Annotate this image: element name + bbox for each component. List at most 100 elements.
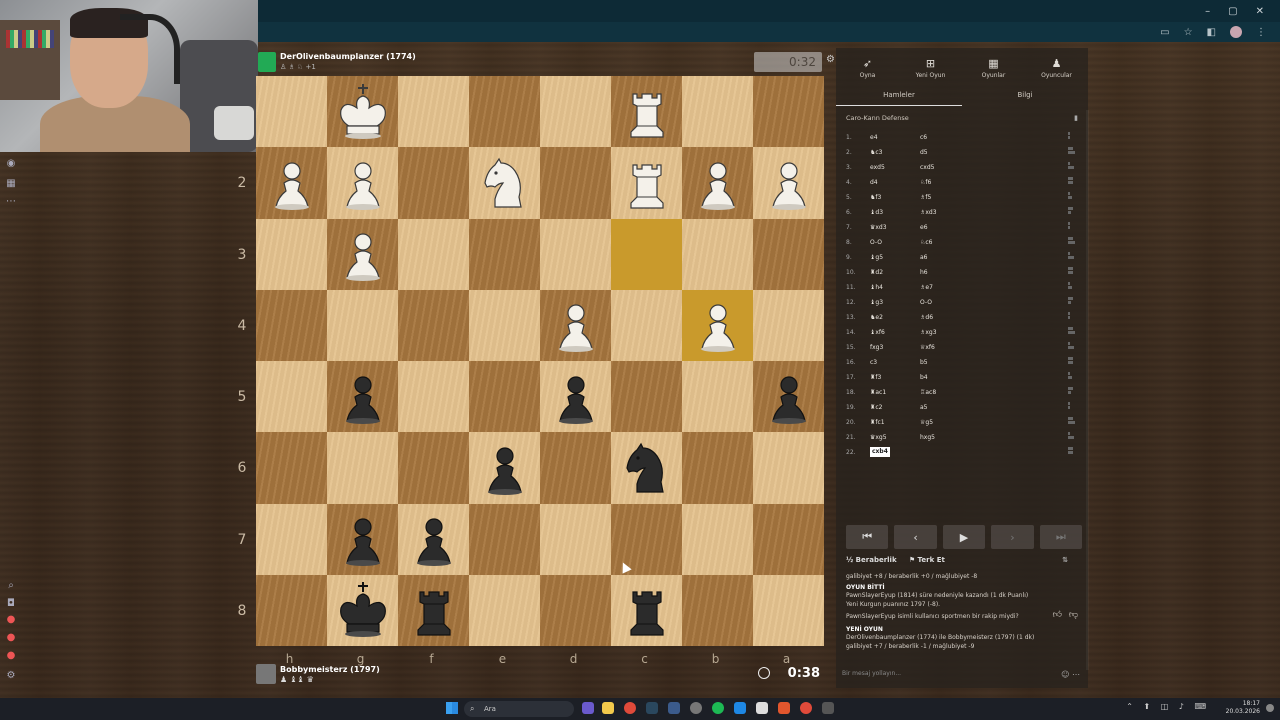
notion-icon[interactable] [756,702,768,714]
square-g4[interactable] [327,289,398,361]
square-h3[interactable] [256,218,327,290]
square-f4[interactable] [398,289,469,361]
emoji-icon[interactable]: ☺ [1061,670,1069,679]
player-avatar[interactable] [256,664,276,684]
windows-start-icon[interactable] [446,702,458,714]
black-pawn-piece[interactable] [753,361,824,432]
black-move[interactable]: O-O [920,299,980,306]
black-king-piece[interactable] [327,575,398,646]
play-button[interactable]: ▶ [942,525,986,549]
trash-icon[interactable]: ▮ [1074,114,1078,122]
square-h4[interactable] [256,289,327,361]
square-b6[interactable] [682,432,753,504]
messages-icon[interactable]: ● [4,632,18,644]
maximize-icon[interactable]: ▢ [1228,6,1237,17]
file-explorer-icon[interactable] [602,702,614,714]
black-move[interactable]: d5 [920,149,980,156]
square-g6[interactable] [327,432,398,504]
nav-players[interactable]: ♟ Oyuncular [1025,48,1088,88]
resign-button[interactable]: ⚑ Terk Et [909,556,945,564]
move-list-scrollbar[interactable] [1086,110,1089,670]
minimize-icon[interactable]: – [1205,6,1210,17]
black-move[interactable]: ♗e7 [920,284,980,291]
square-d1[interactable] [540,76,611,148]
black-move[interactable]: cxd5 [920,164,980,171]
nav-games[interactable]: ▦ Oyunlar [962,48,1025,88]
white-pawn-piece[interactable] [682,147,753,218]
black-move[interactable]: b5 [920,359,980,366]
black-pawn-piece[interactable] [327,361,398,432]
black-pawn-piece[interactable] [540,361,611,432]
black-move[interactable]: ♕g5 [920,419,980,426]
black-knight-piece[interactable] [611,432,682,503]
prev-move-button[interactable]: ‹ [894,525,937,549]
square-e4[interactable] [469,289,540,361]
extensions-icon[interactable]: ◧ [1207,27,1216,38]
app-logo-icon[interactable]: ◉ [4,158,18,170]
white-pawn-piece[interactable] [682,290,753,361]
nav-play[interactable]: ➶ Oyna [836,48,899,88]
thumbs-down-icon[interactable]: 👎︎ [1069,611,1078,620]
square-a4[interactable] [753,289,824,361]
black-move[interactable]: b4 [920,374,980,381]
white-pawn-piece[interactable] [327,147,398,218]
tab-moves[interactable]: Hamleler [836,88,962,106]
square-b7[interactable] [682,503,753,575]
square-e8[interactable] [469,574,540,646]
square-e5[interactable] [469,361,540,433]
settings-app-icon[interactable] [690,702,702,714]
bottom-player-name[interactable]: Bobbymeisterz (1797) [280,665,380,674]
black-move[interactable]: ♖ac8 [920,389,980,396]
close-icon[interactable]: ✕ [1256,6,1264,17]
notifications-icon[interactable]: ● [4,614,18,626]
spotify-icon[interactable] [712,702,724,714]
white-pawn-piece[interactable] [327,219,398,290]
square-f6[interactable] [398,432,469,504]
black-pawn-piece[interactable] [469,432,540,503]
taskbar-search[interactable]: ⌕ Ara [464,701,574,717]
chrome-icon[interactable] [624,702,636,714]
white-move[interactable]: cxb4 [870,447,890,457]
player-avatar[interactable] [258,52,276,72]
square-f1[interactable] [398,76,469,148]
white-rook-piece[interactable] [611,76,682,147]
search-icon[interactable]: ⌕ [4,580,18,592]
more-icon[interactable]: ⋯ [4,196,18,208]
black-pawn-piece[interactable] [398,504,469,575]
black-move[interactable]: ♘c6 [920,239,980,246]
square-c5[interactable] [611,361,682,433]
square-e7[interactable] [469,503,540,575]
square-b3[interactable] [682,218,753,290]
square-a1[interactable] [753,76,824,148]
app-icon[interactable] [668,702,680,714]
square-c3[interactable] [611,218,682,290]
white-pawn-piece[interactable] [256,147,327,218]
square-h8[interactable] [256,574,327,646]
square-h1[interactable] [256,76,327,148]
friends-icon[interactable]: ● [4,650,18,662]
square-d2[interactable] [540,147,611,219]
next-move-button[interactable]: › [991,525,1034,549]
board-settings-icon[interactable]: ⚙ [826,54,835,65]
square-h6[interactable] [256,432,327,504]
black-rook-piece[interactable] [398,575,469,646]
taskbar-clock[interactable]: 18:17 20.03.2026 [1226,700,1260,716]
terminal-icon[interactable] [822,702,834,714]
last-move-button[interactable]: ⏭ [1039,525,1083,549]
square-h5[interactable] [256,361,327,433]
white-king-piece[interactable] [327,76,398,147]
square-b8[interactable] [682,574,753,646]
black-move[interactable]: ♕xf6 [920,344,980,351]
more-options-icon[interactable]: ⋯ [1072,670,1080,679]
square-e1[interactable] [469,76,540,148]
square-f5[interactable] [398,361,469,433]
square-c4[interactable] [611,289,682,361]
square-d8[interactable] [540,574,611,646]
cast-icon[interactable]: ▭ [1160,27,1169,38]
white-pawn-piece[interactable] [540,290,611,361]
black-rook-piece[interactable] [611,575,682,646]
black-move[interactable]: ♗xg3 [920,329,980,336]
steam-icon[interactable] [646,702,658,714]
profile-avatar[interactable] [1230,26,1242,38]
discord-icon[interactable] [582,702,594,714]
